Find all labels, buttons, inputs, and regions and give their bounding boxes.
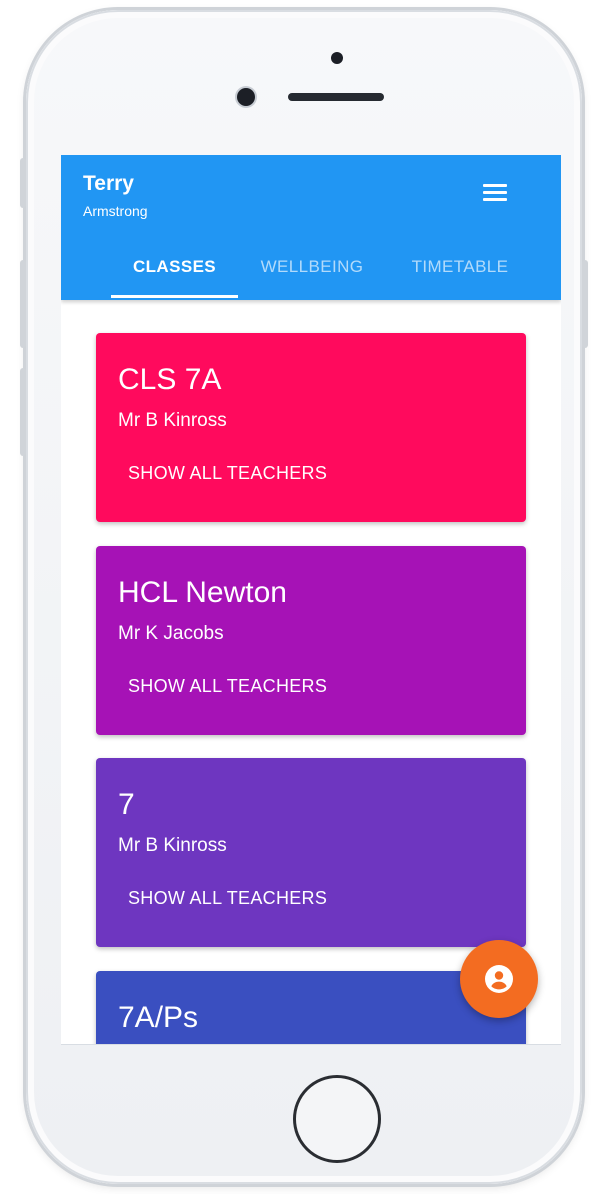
active-tab-indicator (111, 295, 238, 298)
app-screen: CLS 7A Mr B Kinross SHOW ALL TEACHERS HC… (61, 155, 561, 1045)
class-title: 7A/Ps (118, 1001, 199, 1034)
class-teacher: Mr K Jacobs (118, 623, 224, 644)
proximity-sensor (331, 52, 343, 64)
tab-timetable[interactable]: TIMETABLE (391, 250, 529, 300)
class-title: HCL Newton (118, 576, 287, 609)
class-card[interactable]: 7 Mr B Kinross SHOW ALL TEACHERS (96, 758, 526, 947)
user-last-name: Armstrong (83, 203, 148, 219)
class-title: CLS 7A (118, 363, 222, 396)
class-teacher: Mr B Kinross (118, 410, 227, 431)
class-card[interactable]: HCL Newton Mr K Jacobs SHOW ALL TEACHERS (96, 546, 526, 735)
show-all-teachers-button[interactable]: SHOW ALL TEACHERS (118, 670, 337, 703)
volume-up-button (20, 260, 26, 348)
class-teacher: Mr B Kinross (118, 835, 227, 856)
earpiece-speaker (288, 93, 384, 101)
show-all-teachers-button[interactable]: SHOW ALL TEACHERS (118, 882, 337, 915)
volume-down-button (20, 368, 26, 456)
hamburger-menu-icon[interactable] (479, 179, 511, 207)
tab-classes[interactable]: CLASSES (111, 250, 238, 300)
account-fab-button[interactable] (460, 940, 538, 1018)
account-circle-icon (485, 965, 513, 993)
show-all-teachers-button[interactable]: SHOW ALL TEACHERS (118, 457, 337, 490)
tab-wellbeing[interactable]: WELLBEING (244, 250, 380, 300)
tab-bar: CLASSES WELLBEING TIMETABLE (61, 250, 561, 300)
home-button[interactable] (293, 1075, 381, 1163)
class-card[interactable]: CLS 7A Mr B Kinross SHOW ALL TEACHERS (96, 333, 526, 522)
power-button (582, 260, 588, 348)
user-first-name: Terry (83, 172, 134, 195)
front-camera (237, 88, 255, 106)
class-title: 7 (118, 788, 135, 821)
app-bar: Terry Armstrong CLASSES WELLBEING TIMETA… (61, 155, 561, 300)
mute-switch (20, 158, 26, 208)
